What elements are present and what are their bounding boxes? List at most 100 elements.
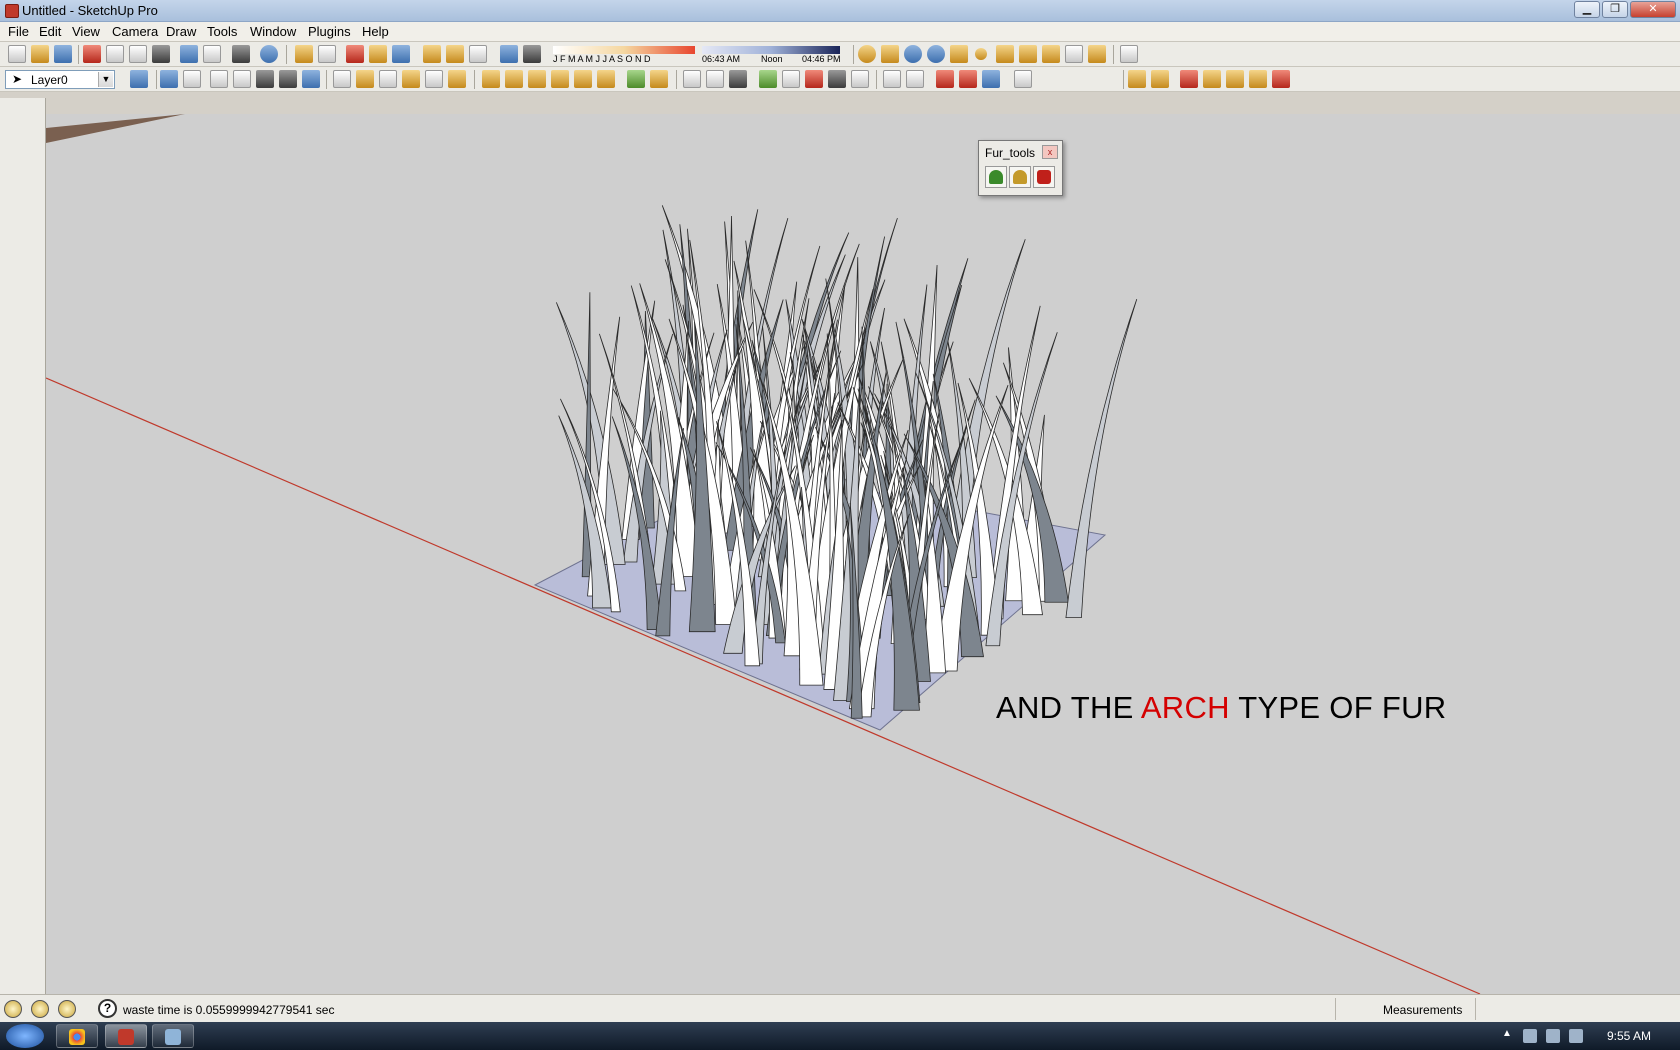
fur-tool-1-button[interactable] — [985, 166, 1007, 188]
sandbox-2-icon[interactable] — [1151, 70, 1169, 88]
layer-dropdown[interactable]: ➤ Layer0 ▼ — [5, 70, 115, 89]
axes-icon[interactable] — [759, 70, 777, 88]
view-top-icon[interactable] — [183, 70, 201, 88]
paste-icon[interactable] — [129, 45, 147, 63]
circle-tool-icon[interactable] — [4, 172, 20, 188]
view-right-icon[interactable] — [233, 70, 251, 88]
view-bottom-icon[interactable] — [302, 70, 320, 88]
edge-style-icon[interactable] — [883, 70, 901, 88]
menu-edit[interactable]: Edit — [36, 24, 64, 39]
measurements-input[interactable] — [1475, 998, 1675, 1020]
network-icon[interactable] — [1569, 1029, 1583, 1043]
show-hidden-icons-icon[interactable]: ▲ — [1502, 1028, 1512, 1039]
text-tool-icon[interactable] — [25, 312, 41, 328]
sandbox-5-icon[interactable] — [1226, 70, 1244, 88]
plugin-help-icon[interactable] — [927, 45, 945, 63]
maximize-button[interactable]: ❐ — [1602, 1, 1628, 18]
save-icon[interactable] — [54, 45, 72, 63]
walk-tool-icon[interactable] — [4, 452, 20, 468]
paint-bucket-icon[interactable] — [4, 124, 20, 140]
outer-shell-icon[interactable] — [828, 70, 846, 88]
sandbox-1-icon[interactable] — [1128, 70, 1146, 88]
fur-tool-2-button[interactable] — [1009, 166, 1031, 188]
sandbox-6-icon[interactable] — [1249, 70, 1267, 88]
menu-tools[interactable]: Tools — [204, 24, 240, 39]
sandbox-3-icon[interactable] — [1180, 70, 1198, 88]
style-8-icon[interactable] — [650, 70, 668, 88]
shadow-settings-icon[interactable] — [500, 45, 518, 63]
plugin-cone-icon[interactable] — [996, 45, 1014, 63]
zoom-window-icon[interactable] — [959, 70, 977, 88]
style-3-icon[interactable] — [528, 70, 546, 88]
match-photo-icon[interactable] — [1014, 70, 1032, 88]
google-earth-icon[interactable] — [346, 45, 364, 63]
erase-selection-icon[interactable] — [152, 45, 170, 63]
flag-icon[interactable] — [1523, 1029, 1537, 1043]
position-camera-icon[interactable] — [982, 70, 1000, 88]
pan-tool-icon[interactable] — [25, 360, 41, 376]
month-slider[interactable] — [553, 46, 695, 54]
plugin-arrow-icon[interactable] — [1042, 45, 1060, 63]
solid-tool-icon[interactable] — [805, 70, 823, 88]
shaded-icon[interactable] — [402, 70, 420, 88]
credits-icon[interactable] — [31, 1000, 49, 1018]
plugin-hat-icon[interactable] — [950, 45, 968, 63]
style-1-icon[interactable] — [482, 70, 500, 88]
open-file-icon[interactable] — [31, 45, 49, 63]
plugin-r-icon[interactable] — [904, 45, 922, 63]
palette-close-button[interactable]: x — [1042, 145, 1058, 159]
zoom-window-tool-icon[interactable] — [25, 382, 41, 398]
minimize-button[interactable]: ▁ — [1574, 1, 1600, 18]
menu-window[interactable]: Window — [247, 24, 299, 39]
help-icon[interactable]: ? — [98, 999, 117, 1018]
view-iso-icon[interactable] — [160, 70, 178, 88]
sign-in-icon[interactable] — [58, 1000, 76, 1018]
select-tool-icon[interactable] — [4, 102, 20, 118]
wireframe-icon[interactable] — [356, 70, 374, 88]
volume-icon[interactable] — [1546, 1029, 1560, 1043]
section-plane-icon[interactable] — [683, 70, 701, 88]
xray-icon[interactable] — [333, 70, 351, 88]
orbit-tool-icon[interactable] — [4, 360, 20, 376]
plugin-dot-icon[interactable] — [975, 48, 987, 60]
layer-manager-icon[interactable] — [130, 70, 148, 88]
close-button[interactable]: ✕ — [1630, 1, 1676, 18]
menu-file[interactable]: File — [5, 24, 32, 39]
shaded-textures-icon[interactable] — [425, 70, 443, 88]
previous-view-icon[interactable] — [4, 404, 20, 420]
share-model-icon[interactable] — [318, 45, 336, 63]
monochrome-icon[interactable] — [448, 70, 466, 88]
zoom-tool-icon[interactable] — [4, 382, 20, 398]
push-pull-icon[interactable] — [25, 220, 41, 236]
profile-icon[interactable] — [906, 70, 924, 88]
taskbar-explorer[interactable] — [152, 1024, 194, 1048]
look-around-icon[interactable] — [25, 430, 41, 446]
cut-icon[interactable] — [83, 45, 101, 63]
section-display-icon[interactable] — [706, 70, 724, 88]
add-location-icon[interactable] — [369, 45, 387, 63]
protractor-icon[interactable] — [4, 312, 20, 328]
hidden-line-icon[interactable] — [379, 70, 397, 88]
rectangle-tool-icon[interactable] — [4, 150, 20, 166]
style-2-icon[interactable] — [505, 70, 523, 88]
zoom-extents-icon[interactable] — [936, 70, 954, 88]
time-slider[interactable] — [702, 46, 840, 54]
redo-icon[interactable] — [203, 45, 221, 63]
group-icon[interactable] — [469, 45, 487, 63]
plugin-tag-icon[interactable] — [881, 45, 899, 63]
menu-camera[interactable]: Camera — [109, 24, 161, 39]
model-viewport[interactable] — [46, 114, 1680, 994]
view-back-icon[interactable] — [256, 70, 274, 88]
new-file-icon[interactable] — [8, 45, 26, 63]
toggle-terrain-icon[interactable] — [392, 45, 410, 63]
sandbox-4-icon[interactable] — [1203, 70, 1221, 88]
polygon-tool-icon[interactable] — [4, 194, 20, 210]
freehand-tool-icon[interactable] — [25, 194, 41, 210]
next-view-icon[interactable] — [25, 404, 41, 420]
style-7-icon[interactable] — [627, 70, 645, 88]
position-camera-tool-icon[interactable] — [4, 430, 20, 446]
guides-icon[interactable] — [782, 70, 800, 88]
move-tool-icon[interactable] — [4, 220, 20, 236]
print-icon[interactable] — [232, 45, 250, 63]
menu-view[interactable]: View — [69, 24, 103, 39]
